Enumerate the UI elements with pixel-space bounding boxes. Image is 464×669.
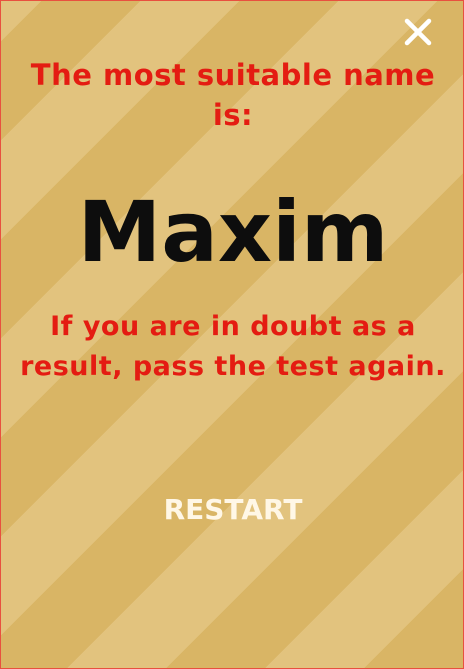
restart-button[interactable]: RESTART [133,487,333,533]
close-button[interactable] [401,15,435,49]
advice-text: If you are in doubt as a result, pass th… [20,311,446,382]
result-screen: The most suitable name is: Maxim If you … [0,0,464,669]
result-name: Maxim [77,183,389,281]
close-icon [404,18,432,46]
result-heading: The most suitable name is: [30,58,436,132]
